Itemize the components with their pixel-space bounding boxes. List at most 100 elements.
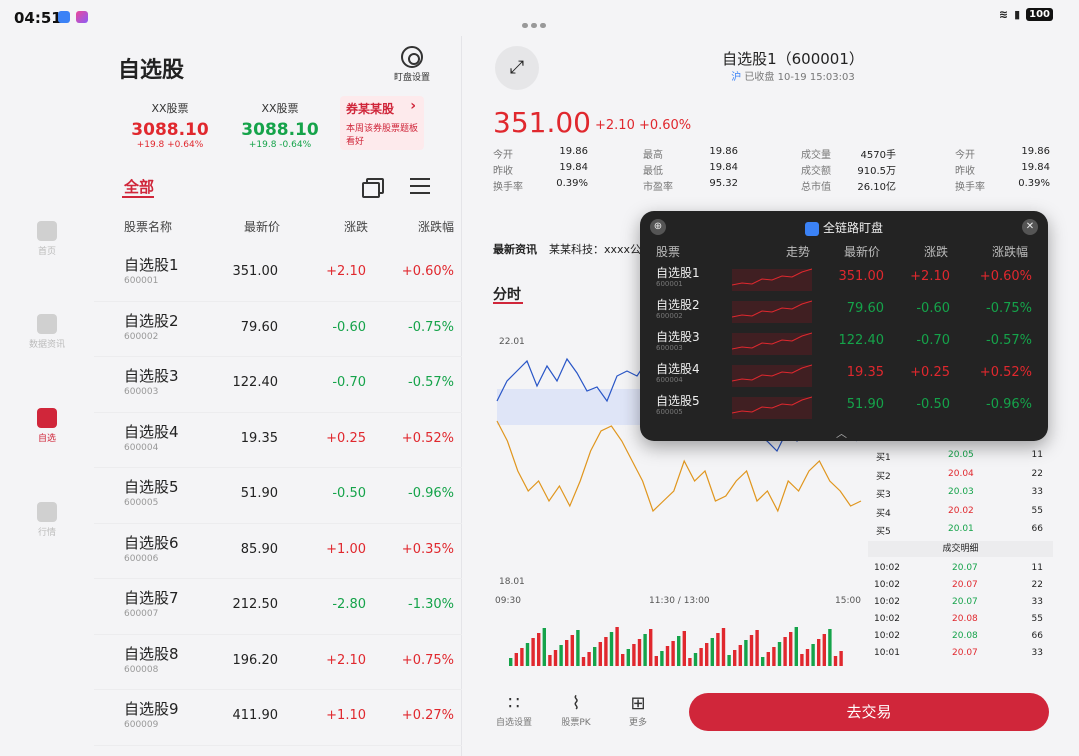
stock-row[interactable]: 自选股4 600004 19.35 +0.25 +0.52% (94, 413, 462, 468)
monitor-popup[interactable]: ⊕ 全链路盯盘 ✕ 股票 走势 最新价 涨跌 涨跌幅 自选股1 600001 3… (640, 211, 1048, 441)
stock-pct: +0.75% (401, 652, 454, 668)
volume-bar (677, 636, 681, 666)
stock-row[interactable]: 自选股2 600002 79.60 -0.60 -0.75% (94, 302, 462, 357)
popup-stock-row[interactable]: 自选股4 600004 19.35 +0.25 +0.52% (640, 357, 1048, 389)
volume-bar (609, 632, 614, 666)
tab-all[interactable]: 全部 (124, 176, 154, 197)
volume-bar (699, 648, 703, 666)
market-status: 沪 已收盘 10-19 15:03:03 (731, 72, 855, 83)
stock-pk-button[interactable]: ⌇ 股票PK (551, 693, 601, 728)
index-card[interactable]: XX股票 3088.10 +19.8 +0.64% (110, 100, 230, 150)
expand-icon: ⤢ (509, 57, 525, 78)
volume-bar (721, 628, 726, 666)
tab-indicator (122, 196, 154, 198)
document-icon (37, 314, 57, 334)
stock-pct: -0.96% (408, 486, 454, 501)
stock-price: 19.35 (240, 430, 278, 446)
tab-intraday[interactable]: 分时 (493, 284, 521, 304)
deals-header: 成交明细 (868, 540, 1053, 557)
popup-stock-row[interactable]: 自选股1 600001 351.00 +2.10 +0.60% (640, 261, 1048, 293)
stock-row[interactable]: 自选股8 600008 196.20 +2.10 +0.75% (94, 635, 462, 690)
volume-bar (660, 651, 664, 666)
monitor-settings-button[interactable]: 盯盘设置 (390, 46, 434, 83)
volume-bar (565, 640, 569, 666)
stock-row[interactable]: 自选股7 600007 212.50 -2.80 -1.30% (94, 579, 462, 635)
news-ticker[interactable]: 最新资讯 某某科技：xxxx公 (493, 241, 641, 257)
nav-item-home[interactable]: 首页 (24, 221, 70, 257)
chevron-up-icon[interactable]: ︿ (836, 425, 847, 441)
copy-icon[interactable] (362, 178, 384, 198)
nav-item-market[interactable]: 行情 (24, 502, 70, 538)
nav-item-watchlist[interactable]: 自选 (24, 408, 70, 444)
stock-name: 自选股7 (124, 589, 179, 607)
stock-row[interactable]: 自选股9 600009 411.90 +1.10 +0.27% (94, 690, 462, 746)
stock-pct: -1.30% (408, 597, 454, 612)
multitask-handle[interactable] (522, 13, 556, 28)
deal-row: 10:02 20.07 22 (874, 579, 1043, 590)
order-book-row: 买1 20.05 11 (876, 450, 1043, 463)
volume-bar (755, 630, 759, 666)
trade-button[interactable]: 去交易 (689, 693, 1049, 731)
stock-code: 600009 (124, 720, 159, 730)
nav-item-news[interactable]: 数据资讯 (24, 314, 70, 350)
deal-row: 10:02 20.08 55 (874, 613, 1043, 624)
volume-bar (593, 647, 597, 666)
stock-change: -2.80 (332, 597, 366, 612)
stock-row[interactable]: 自选股3 600003 122.40 -0.70 -0.57% (94, 357, 462, 413)
volume-bar (537, 633, 541, 666)
popup-title: 全链路盯盘 (640, 219, 1048, 236)
volume-bar (665, 646, 670, 666)
stock-name: 自选股3 (124, 367, 179, 385)
stock-code: 600003 (124, 387, 159, 397)
sim-icon: ▮ (1014, 8, 1021, 21)
volume-bar (705, 643, 709, 666)
index-card[interactable]: XX股票 3088.10 +19.8 -0.64% (220, 100, 340, 150)
volume-bar (727, 655, 731, 666)
more-button[interactable]: ⊞ 更多 (613, 693, 663, 728)
broker-promo-card[interactable]: 券某某股 本周该券股票题板看好 (340, 96, 424, 150)
stock-pct: +0.60% (401, 264, 454, 279)
volume-bar (733, 650, 737, 666)
popup-stock-row[interactable]: 自选股3 600003 122.40 -0.70 -0.57% (640, 325, 1048, 357)
col-pct[interactable]: 涨跌幅 (418, 218, 454, 235)
exchange-tag: 沪 (731, 72, 742, 83)
volume-bar (514, 653, 518, 666)
stock-code: 600007 (124, 609, 159, 619)
chart-icon: ⌇ (571, 693, 581, 714)
volume-bar (671, 641, 675, 666)
expand-button[interactable]: ⤢ (495, 46, 539, 90)
close-icon[interactable]: ✕ (1022, 219, 1038, 235)
status-bar: 04:51 ≋ ▮ 100 (0, 0, 1079, 36)
volume-bar (643, 634, 647, 666)
stock-code: 600001 (124, 276, 159, 286)
stock-row[interactable]: 自选股1 600001 351.00 +2.10 +0.60% (94, 246, 462, 302)
stock-change: -0.60 (332, 319, 366, 335)
deal-row: 10:02 20.07 33 (874, 596, 1043, 607)
stock-row[interactable]: 自选股6 600006 85.90 +1.00 +0.35% (94, 524, 462, 579)
popup-stock-row[interactable]: 自选股2 600002 79.60 -0.60 -0.75% (640, 293, 1048, 325)
menu-icon[interactable] (410, 178, 430, 194)
volume-bar (688, 658, 692, 666)
stock-change: +1.10 (326, 708, 366, 723)
col-change[interactable]: 涨跌 (344, 218, 368, 235)
stock-pct: +0.52% (401, 430, 454, 446)
sparkline (732, 396, 812, 419)
volume-bar (794, 627, 798, 666)
stock-row[interactable]: 自选股5 600005 51.90 -0.50 -0.96% (94, 468, 462, 524)
sparkline (732, 332, 812, 355)
tab-indicator (493, 302, 523, 304)
volume-bar (828, 629, 832, 666)
volume-bar (833, 656, 838, 666)
col-price[interactable]: 最新价 (244, 218, 280, 235)
volume-bar (783, 637, 787, 666)
volume-bar (587, 652, 591, 666)
volume-bar (710, 638, 714, 666)
stock-change: -0.50 (332, 486, 366, 501)
col-name[interactable]: 股票名称 (124, 218, 172, 235)
popup-stock-row[interactable]: 自选股5 600005 51.90 -0.50 -0.96% (640, 389, 1048, 421)
volume-bar (542, 628, 546, 666)
watchlist-settings-button[interactable]: ∷ 自选设置 (489, 693, 539, 728)
stock-pct: +0.35% (401, 541, 454, 557)
app-notification-icon (76, 11, 88, 23)
watchlist-panel: 自选股 盯盘设置 XX股票 3088.10 +19.8 +0.64% XX股票 … (94, 36, 462, 756)
